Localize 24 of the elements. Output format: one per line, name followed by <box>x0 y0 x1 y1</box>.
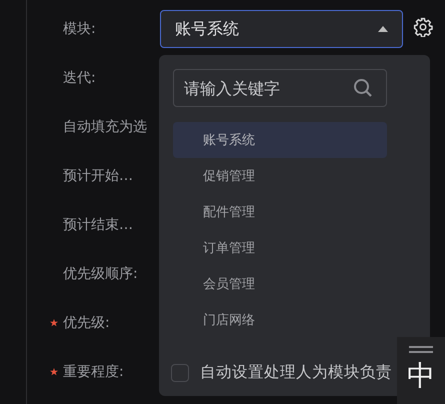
module-select[interactable]: 账号系统 <box>160 10 403 48</box>
dropdown-option[interactable]: 会员管理 <box>173 266 387 302</box>
settings-icon[interactable] <box>413 17 433 37</box>
checkbox-label: 自动设置处理人为模块负责 <box>200 362 392 383</box>
search-icon <box>353 78 373 98</box>
search-field[interactable]: 请输入关键字 <box>173 69 387 107</box>
dropdown-option[interactable]: 账号系统 <box>173 122 387 158</box>
field-label: 预计开始… <box>63 166 133 184</box>
field-label: 模块: <box>63 20 96 38</box>
field-label: 优先级: <box>63 314 110 332</box>
field-label: 自动填充为选 <box>63 118 147 136</box>
checkbox[interactable] <box>171 364 189 382</box>
input-mode-label: 中 <box>407 359 435 393</box>
field-label: 预计结束… <box>63 216 133 234</box>
dropdown-option[interactable]: 订单管理 <box>173 230 387 266</box>
field-label: 重要程度: <box>63 362 124 380</box>
dropdown-option[interactable]: 门店网络 <box>173 302 387 338</box>
dropdown-option[interactable]: 配件管理 <box>173 194 387 230</box>
ime-indicator[interactable]: 中 <box>397 337 445 404</box>
caret-icon <box>378 26 388 32</box>
field-label: 迭代: <box>63 68 96 86</box>
drag-handle-icon[interactable] <box>409 346 433 353</box>
dropdown-option[interactable]: 促销管理 <box>173 158 387 194</box>
field-label: 优先级顺序: <box>63 264 138 282</box>
